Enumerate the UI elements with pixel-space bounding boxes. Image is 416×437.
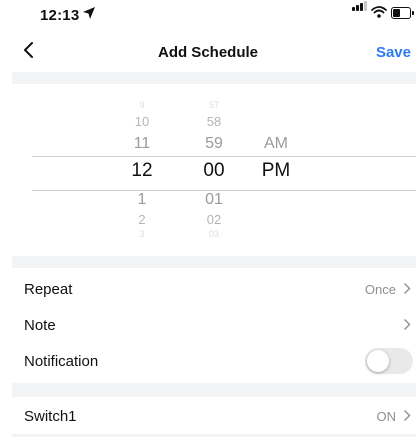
section-separator	[12, 383, 416, 397]
section-separator	[12, 256, 416, 268]
minute-option[interactable]: 02	[188, 212, 240, 227]
minute-option[interactable]: 01	[188, 191, 240, 209]
switch1-label: Switch1	[24, 408, 77, 425]
minute-option[interactable]: 58	[188, 114, 240, 129]
save-button[interactable]: Save	[376, 44, 411, 61]
repeat-value: Once	[364, 282, 396, 297]
chevron-right-icon	[404, 410, 411, 421]
location-arrow-icon	[83, 7, 95, 19]
minute-wheel[interactable]: 57 58 59 00 01 02 03	[188, 84, 240, 256]
hour-option[interactable]: 2	[116, 212, 168, 227]
chevron-right-icon	[404, 319, 411, 330]
wifi-icon	[371, 6, 387, 18]
period-wheel[interactable]: AM PM	[252, 84, 300, 256]
status-time: 12:13	[40, 7, 80, 24]
repeat-row[interactable]: Repeat Once	[12, 272, 416, 306]
minute-option[interactable]: 59	[188, 135, 240, 153]
battery-icon	[391, 7, 414, 19]
notification-toggle[interactable]	[365, 348, 413, 374]
minute-option[interactable]: 57	[188, 100, 240, 110]
period-selected[interactable]: PM	[252, 160, 300, 182]
minute-option[interactable]: 03	[188, 229, 240, 239]
switch1-row[interactable]: Switch1 ON	[12, 399, 416, 433]
status-bar: 12:13	[0, 0, 416, 28]
period-option[interactable]: AM	[252, 135, 300, 153]
hour-option[interactable]: 11	[116, 135, 168, 153]
hour-option[interactable]: 3	[116, 229, 168, 239]
repeat-label: Repeat	[24, 281, 73, 298]
chevron-right-icon	[404, 283, 411, 294]
nav-bar: Add Schedule Save	[0, 28, 416, 72]
notification-row: Notification	[12, 344, 416, 378]
toggle-knob	[367, 350, 389, 372]
notification-label: Notification	[24, 353, 99, 370]
section-separator	[12, 72, 416, 84]
hour-option[interactable]: 10	[116, 114, 168, 129]
switch1-value: ON	[376, 409, 397, 424]
hour-wheel[interactable]: 9 10 11 12 1 2 3	[116, 84, 168, 256]
minute-selected[interactable]: 00	[188, 160, 240, 182]
time-picker[interactable]: 9 10 11 12 1 2 3 57 58 59 00 01 02 03 AM…	[12, 84, 416, 256]
hour-selected[interactable]: 12	[116, 160, 168, 182]
note-row[interactable]: Note	[12, 308, 416, 342]
note-label: Note	[24, 317, 56, 334]
page-title: Add Schedule	[157, 44, 258, 61]
hour-option[interactable]: 9	[116, 100, 168, 110]
hour-option[interactable]: 1	[116, 191, 168, 209]
